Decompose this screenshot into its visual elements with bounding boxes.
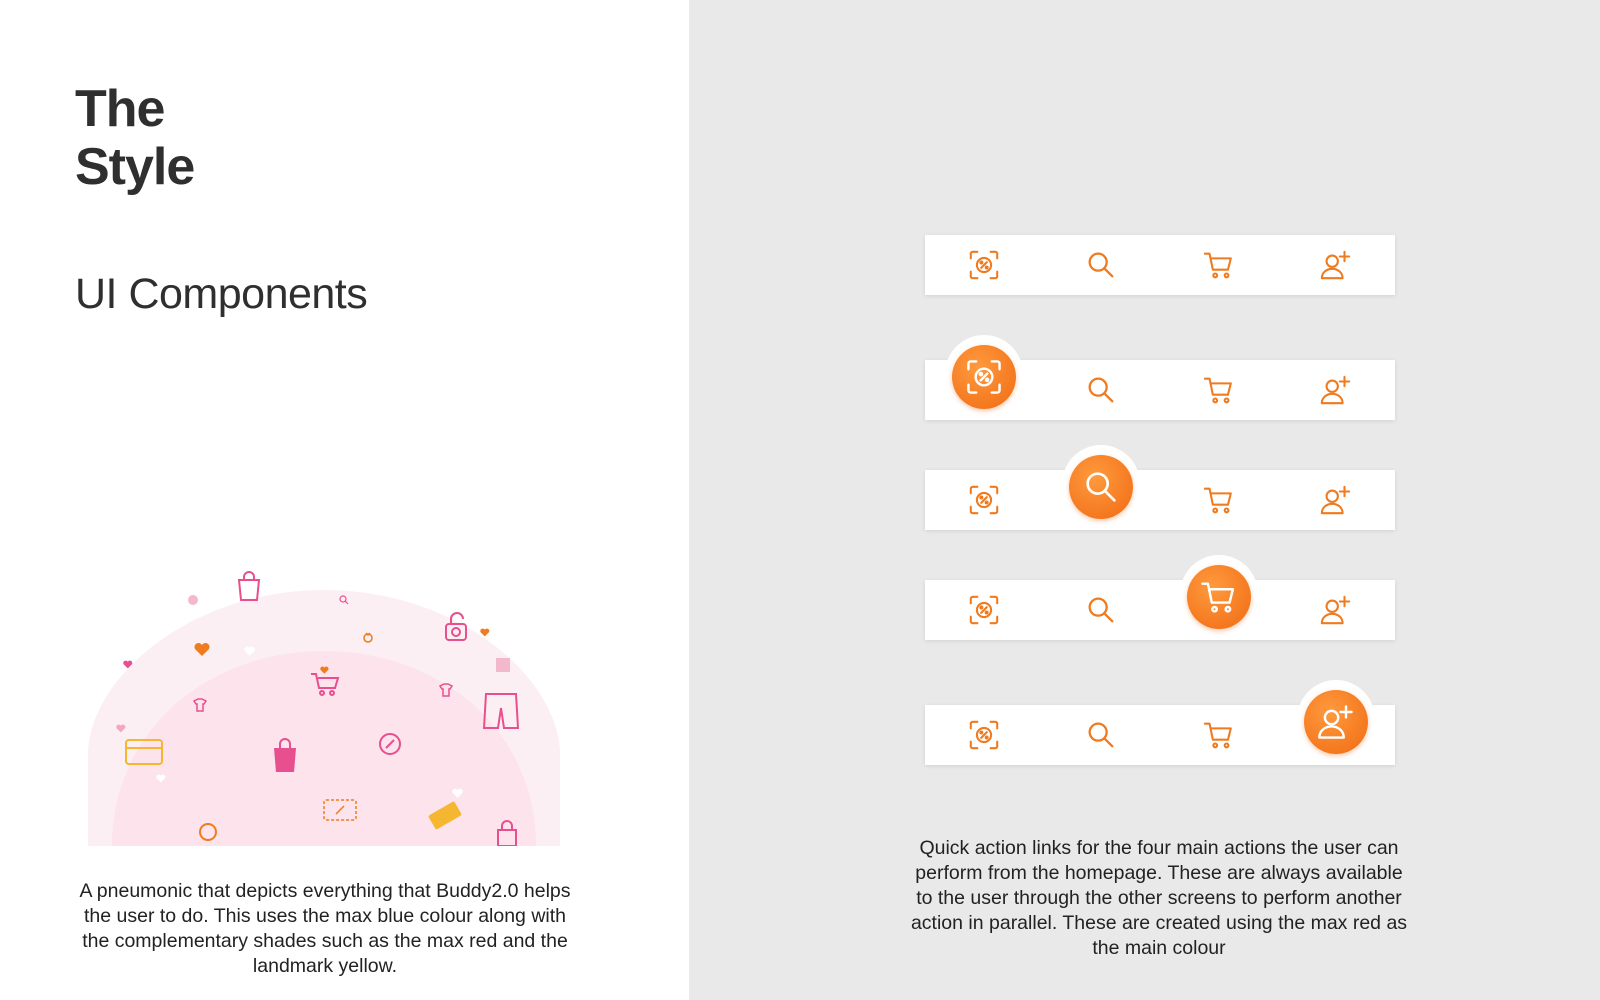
shopping-bag-icon bbox=[237, 571, 261, 601]
search-button[interactable] bbox=[1043, 360, 1161, 420]
search-button[interactable] bbox=[1043, 705, 1161, 765]
add-user-button[interactable] bbox=[1278, 580, 1396, 640]
left-panel: The Style UI Components A pneumonic that… bbox=[0, 0, 689, 1000]
search-button[interactable] bbox=[1043, 235, 1161, 295]
quick-action-bar-offers-active bbox=[925, 335, 1396, 420]
cart-button[interactable] bbox=[1160, 555, 1278, 640]
add-user-icon bbox=[1321, 485, 1351, 515]
search-icon bbox=[1088, 597, 1114, 623]
add-user-icon bbox=[1321, 250, 1351, 280]
add-user-button[interactable] bbox=[1278, 680, 1396, 765]
search-button[interactable] bbox=[1043, 445, 1161, 530]
add-user-icon bbox=[1321, 375, 1351, 405]
quick-action-bar-cart-active bbox=[925, 555, 1396, 640]
search-icon bbox=[1088, 252, 1114, 278]
title-line-2: Style bbox=[75, 138, 195, 196]
qr-code-icon bbox=[496, 658, 510, 672]
cart-button[interactable] bbox=[1160, 360, 1278, 420]
cart-icon bbox=[1200, 582, 1234, 613]
heart-icon bbox=[480, 628, 490, 637]
title-line-1: The bbox=[75, 80, 165, 138]
cart-button[interactable] bbox=[1160, 470, 1278, 530]
offers-scan-icon bbox=[966, 360, 1001, 394]
offers-scan-icon bbox=[969, 485, 999, 515]
cart-icon bbox=[1203, 252, 1232, 279]
cart-button[interactable] bbox=[1160, 235, 1278, 295]
active-indicator bbox=[951, 345, 1016, 409]
add-user-button[interactable] bbox=[1278, 360, 1396, 420]
cart-icon bbox=[1203, 487, 1232, 514]
offers-scan-button[interactable] bbox=[925, 705, 1043, 765]
quick-actions-caption: Quick action links for the four main act… bbox=[910, 837, 1408, 959]
add-user-button[interactable] bbox=[1278, 470, 1396, 530]
add-user-button[interactable] bbox=[1278, 235, 1396, 295]
sparkle-icon bbox=[188, 595, 198, 605]
search-icon bbox=[1086, 472, 1116, 502]
offers-scan-button[interactable] bbox=[925, 235, 1043, 295]
illustration-caption: A pneumonic that depicts everything that… bbox=[79, 880, 571, 977]
add-user-icon bbox=[1321, 595, 1351, 625]
page-title: The Style bbox=[75, 80, 195, 196]
offers-scan-button[interactable] bbox=[925, 470, 1043, 530]
mnemonic-illustration bbox=[88, 571, 560, 846]
offers-scan-icon bbox=[969, 595, 999, 625]
offers-scan-button[interactable] bbox=[925, 335, 1043, 420]
search-icon bbox=[1088, 722, 1114, 748]
active-indicator bbox=[1069, 455, 1134, 519]
cart-icon bbox=[1203, 722, 1232, 749]
section-subtitle: UI Components bbox=[75, 270, 368, 318]
offers-scan-button[interactable] bbox=[925, 580, 1043, 640]
add-user-icon bbox=[1318, 705, 1354, 739]
offers-scan-icon bbox=[969, 250, 999, 280]
quick-action-bar-add-user-active bbox=[925, 680, 1396, 765]
search-button[interactable] bbox=[1043, 580, 1161, 640]
search-icon bbox=[1088, 377, 1114, 403]
offers-scan-icon bbox=[969, 720, 999, 750]
cart-button[interactable] bbox=[1160, 705, 1278, 765]
quick-action-bar-search-active bbox=[925, 445, 1396, 530]
quick-action-bar-default bbox=[925, 235, 1395, 295]
active-indicator bbox=[1186, 565, 1251, 629]
cart-icon bbox=[1203, 377, 1232, 404]
active-indicator bbox=[1304, 690, 1369, 754]
